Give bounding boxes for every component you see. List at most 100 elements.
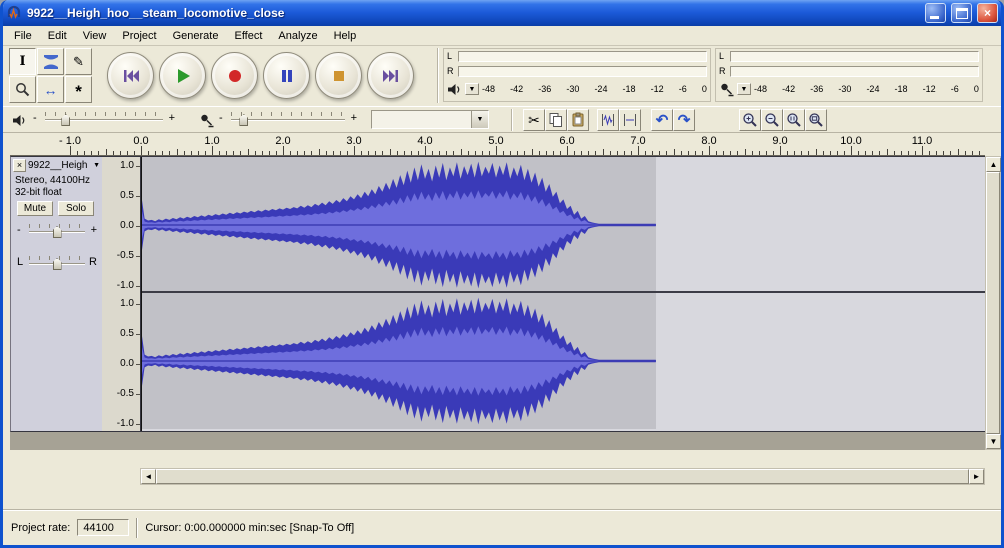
menu-generate[interactable]: Generate <box>165 27 227 45</box>
timeline-tick <box>226 151 227 155</box>
paste-button[interactable] <box>567 109 589 131</box>
timeline-tick <box>205 151 206 155</box>
pan-slider[interactable]: L R <box>15 253 99 273</box>
cut-button[interactable]: ✂ <box>523 109 545 131</box>
record-button[interactable] <box>211 52 258 99</box>
silence-selection-button[interactable] <box>619 109 641 131</box>
timeline-tick <box>965 151 966 155</box>
tools-toolbar: I ✎ ↔ * <box>9 48 92 103</box>
gain-slider[interactable]: - + <box>15 221 99 241</box>
timeline-tick <box>361 151 362 155</box>
timeline-ruler[interactable]: - 1.00.01.02.03.04.05.06.07.08.09.010.01… <box>10 133 985 156</box>
skip-to-start-button[interactable] <box>107 52 154 99</box>
timeline-tick <box>879 151 880 155</box>
timeline-tick <box>489 151 490 155</box>
output-volume-slider[interactable]: - + <box>31 109 177 129</box>
scroll-left-button[interactable]: ◄ <box>141 469 156 484</box>
scroll-down-button[interactable]: ▼ <box>986 434 1001 449</box>
audacity-window: 9922__Heigh_hoo__steam_locomotive_close … <box>0 0 1004 548</box>
solo-button[interactable]: Solo <box>58 201 94 216</box>
meter-channel-label: R <box>447 67 455 76</box>
track-menu-arrow-icon[interactable]: ▼ <box>93 162 100 169</box>
timeline-tick <box>148 151 149 155</box>
menu-edit[interactable]: Edit <box>40 27 75 45</box>
input-volume-slider[interactable]: - + <box>217 109 359 129</box>
timeline-tick <box>595 151 596 155</box>
menu-effect[interactable]: Effect <box>226 27 270 45</box>
vertical-scrollbar[interactable]: ▲ ▼ <box>985 156 1001 450</box>
horizontal-scrollbar[interactable]: ◄ ► <box>140 468 985 485</box>
menu-file[interactable]: File <box>6 27 40 45</box>
minimize-button[interactable] <box>925 3 946 23</box>
menu-analyze[interactable]: Analyze <box>270 27 325 45</box>
minimize-icon <box>930 16 939 19</box>
scroll-up-button[interactable]: ▲ <box>986 157 1001 172</box>
envelope-tool-icon <box>43 54 59 70</box>
waveform-view <box>140 156 985 432</box>
fit-selection-button[interactable] <box>783 109 805 131</box>
track-close-button[interactable]: × <box>13 159 26 172</box>
input-source-select[interactable]: ▼ <box>371 110 489 129</box>
play-button[interactable] <box>159 52 206 99</box>
close-button[interactable]: × <box>977 3 998 23</box>
timeshift-tool-button[interactable]: ↔ <box>37 76 64 103</box>
pause-button[interactable] <box>263 52 310 99</box>
hscroll-track[interactable] <box>156 469 969 484</box>
output-meter[interactable]: L R ▼ -48-42-36-30-24-18-12-60 <box>443 48 711 102</box>
fit-project-button[interactable] <box>805 109 827 131</box>
timeline-tick <box>304 151 305 155</box>
menu-project[interactable]: Project <box>114 27 164 45</box>
timeline-tick <box>652 151 653 155</box>
waveform-channel-right[interactable] <box>141 293 985 429</box>
copy-button[interactable] <box>545 109 567 131</box>
timeline-tick <box>432 151 433 155</box>
waveform-channel-left[interactable] <box>141 157 985 293</box>
timeline-tick <box>666 151 667 155</box>
menu-help[interactable]: Help <box>326 27 365 45</box>
output-meter-dropdown[interactable]: ▼ <box>465 83 479 95</box>
maximize-icon <box>956 8 968 19</box>
title-bar[interactable]: 9922__Heigh_hoo__steam_locomotive_close … <box>0 0 1004 26</box>
trim-outside-selection-button[interactable] <box>597 109 619 131</box>
multi-tool-button[interactable]: * <box>65 76 92 103</box>
project-rate-field[interactable]: 44100 <box>77 519 129 536</box>
draw-tool-button[interactable]: ✎ <box>65 48 92 75</box>
vscroll-track[interactable] <box>986 172 1000 434</box>
timeline-tick <box>269 151 270 155</box>
meter-scale-label: -30 <box>838 85 851 94</box>
mute-button[interactable]: Mute <box>17 201 53 216</box>
vertical-ruler[interactable]: 1.00.50.0-0.5-1.01.00.50.0-0.5-1.0 <box>102 156 140 432</box>
menu-view[interactable]: View <box>75 27 115 45</box>
timeline-tick <box>745 149 746 155</box>
selection-tool-button[interactable]: I <box>9 48 36 75</box>
scroll-up-icon: ▲ <box>990 161 998 169</box>
timeline-tick <box>453 151 454 155</box>
maximize-button[interactable] <box>951 3 972 23</box>
input-meter[interactable]: L R ▼ -48-42-36-30-24-18-12-60 <box>715 48 983 102</box>
timeline-tick <box>915 151 916 155</box>
vscroll-thumb[interactable] <box>986 172 1000 434</box>
zoom-out-button[interactable] <box>761 109 783 131</box>
meter-scale-label: -24 <box>866 85 879 94</box>
input-meter-dropdown[interactable]: ▼ <box>737 83 751 95</box>
scroll-right-button[interactable]: ► <box>969 469 984 484</box>
undo-button[interactable]: ↶ <box>651 109 673 131</box>
envelope-tool-button[interactable] <box>37 48 64 75</box>
waveform-left <box>141 157 656 293</box>
track-title[interactable]: 9922__Heigh <box>28 160 91 171</box>
skip-to-end-button[interactable] <box>367 52 414 99</box>
zoom-tool-button[interactable] <box>9 76 36 103</box>
redo-button[interactable]: ↷ <box>673 109 695 131</box>
stop-button[interactable] <box>315 52 362 99</box>
timeline-tick <box>390 149 391 155</box>
copy-icon <box>548 112 564 128</box>
hscroll-thumb[interactable] <box>156 469 969 484</box>
timeline-tick <box>716 151 717 155</box>
vruler-label: 1.0 <box>120 161 134 171</box>
slider-ticks <box>45 112 163 116</box>
combo-dropdown-icon[interactable]: ▼ <box>471 111 488 128</box>
zoom-in-button[interactable] <box>739 109 761 131</box>
redo-icon: ↷ <box>678 113 691 128</box>
timeline-tick <box>695 151 696 155</box>
skip-to-end-icon <box>381 66 401 86</box>
